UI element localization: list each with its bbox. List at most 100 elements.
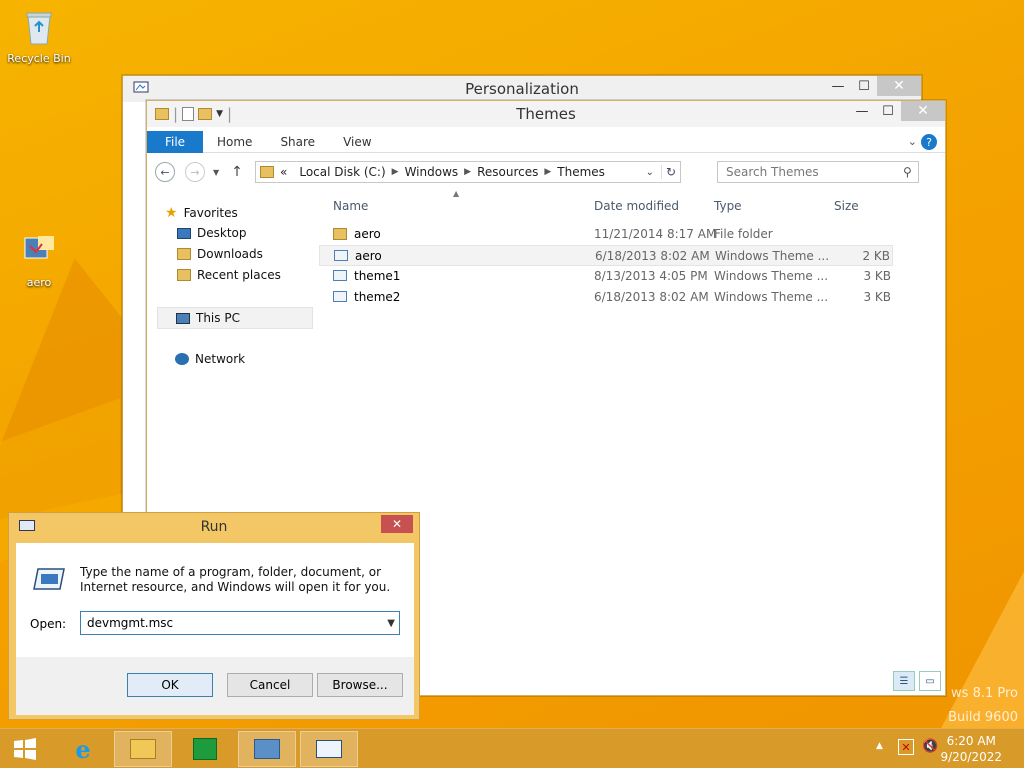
run-dialog-footer: OK Cancel Browse...	[16, 657, 414, 715]
store-icon	[193, 738, 217, 760]
search-icon: ⚲	[903, 165, 912, 179]
breadcrumb-resources[interactable]: Resources	[471, 165, 544, 179]
theme-file-icon	[333, 270, 347, 281]
expand-ribbon-icon[interactable]: ⌄	[908, 135, 917, 148]
breadcrumb-local-disk[interactable]: Local Disk (C:)	[293, 165, 391, 179]
open-input[interactable]: devmgmt.msc	[87, 616, 173, 630]
browse-button[interactable]: Browse...	[317, 673, 403, 697]
maximize-button[interactable]: ☐	[851, 76, 877, 96]
breadcrumb-overflow[interactable]: «	[274, 165, 293, 179]
taskbar: e ▲ ✕ 🔇 6:20 AM 9/20/2022	[0, 728, 1024, 768]
run-dialog: Run ✕ Type the name of a program, folder…	[8, 512, 420, 720]
close-button[interactable]: ✕	[381, 515, 413, 533]
chevron-down-icon[interactable]: ▼	[216, 109, 223, 119]
large-icons-view-icon[interactable]: ▭	[919, 671, 941, 691]
desktop-icon-recycle-bin[interactable]: Recycle Bin	[4, 8, 74, 65]
internet-explorer-button[interactable]: e	[54, 731, 112, 767]
up-button[interactable]: ↑	[231, 164, 243, 180]
file-explorer-button[interactable]	[114, 731, 172, 767]
tab-file[interactable]: File	[147, 130, 203, 153]
column-header-name[interactable]: Name	[333, 199, 368, 213]
nav-favorites[interactable]: ★ Favorites	[165, 205, 238, 221]
tab-share[interactable]: Share	[266, 131, 329, 153]
file-explorer-icon	[130, 739, 156, 759]
recent-locations-chevron-icon[interactable]: ▼	[213, 168, 219, 177]
help-icon[interactable]: ?	[921, 134, 937, 150]
table-row[interactable]: aero 6/18/2013 8:02 AM Windows Theme ...…	[319, 245, 893, 266]
refresh-icon[interactable]: ↻	[660, 165, 676, 179]
sort-indicator-icon: ▲	[453, 189, 460, 198]
new-folder-icon[interactable]	[198, 108, 213, 120]
downloads-icon	[177, 248, 191, 260]
cancel-button[interactable]: Cancel	[227, 673, 313, 697]
nav-desktop[interactable]: Desktop	[177, 226, 247, 240]
breadcrumb-themes[interactable]: Themes	[551, 165, 611, 179]
minimize-button[interactable]: —	[825, 76, 851, 96]
computer-icon	[176, 312, 190, 324]
breadcrumb-windows[interactable]: Windows	[399, 165, 465, 179]
details-view-icon[interactable]: ☰	[893, 671, 915, 691]
store-button[interactable]	[176, 731, 234, 767]
close-button[interactable]: ✕	[901, 101, 945, 121]
desktop-icon-aero[interactable]: aero	[4, 232, 74, 289]
search-input[interactable]: Search Themes	[717, 161, 919, 183]
personalization-icon	[133, 81, 149, 93]
tab-view[interactable]: View	[329, 131, 385, 153]
chevron-down-icon[interactable]: ▼	[387, 618, 395, 629]
navigation-bar: ← → ▼ ↑ « Local Disk (C:) ▶ Windows ▶ Re…	[147, 157, 945, 187]
folder-icon[interactable]	[155, 108, 169, 120]
windows-logo-icon	[14, 738, 36, 760]
column-header-date-modified[interactable]: Date modified	[594, 199, 679, 213]
show-hidden-icons-icon[interactable]: ▲	[876, 741, 883, 751]
forward-button[interactable]: →	[185, 162, 205, 182]
run-program-icon	[316, 740, 342, 758]
clock-date: 9/20/2022	[940, 750, 1002, 764]
folder-icon	[260, 166, 274, 178]
run-taskbar-button[interactable]	[300, 731, 358, 767]
open-label: Open:	[30, 617, 67, 631]
folder-icon	[333, 228, 347, 240]
desktop: Recycle Bin aero ws 8.1 Pro Build 9600 P…	[0, 0, 1024, 728]
desktop-icon-label: aero	[26, 276, 52, 289]
address-bar[interactable]: « Local Disk (C:) ▶ Windows ▶ Resources …	[255, 161, 681, 183]
breadcrumb-separator-icon[interactable]: ▶	[392, 167, 399, 177]
nav-this-pc[interactable]: This PC	[157, 307, 313, 329]
table-row[interactable]: theme1 8/13/2013 4:05 PM Windows Theme .…	[319, 266, 893, 287]
control-panel-button[interactable]	[238, 731, 296, 767]
theme-file-icon	[333, 291, 347, 302]
maximize-button[interactable]: ☐	[875, 101, 901, 121]
quick-access-toolbar: | ▼ |	[155, 105, 232, 123]
star-icon: ★	[165, 205, 178, 221]
clock-time: 6:20 AM	[946, 734, 996, 748]
column-header-type[interactable]: Type	[714, 199, 742, 213]
run-title-icon	[19, 520, 35, 531]
window-title: Themes	[516, 105, 576, 123]
properties-icon[interactable]	[182, 107, 195, 121]
os-watermark: ws 8.1 Pro	[951, 686, 1018, 701]
column-header-size[interactable]: Size	[834, 199, 859, 213]
nav-recent-places[interactable]: Recent places	[177, 268, 281, 282]
breadcrumb-separator-icon[interactable]: ▶	[544, 167, 551, 177]
table-row[interactable]: aero 11/21/2014 8:17 AM File folder	[319, 224, 893, 245]
system-clock[interactable]: 6:20 AM 9/20/2022	[940, 733, 1002, 765]
volume-muted-icon[interactable]: 🔇	[922, 739, 938, 754]
open-combobox[interactable]: devmgmt.msc ▼	[80, 611, 400, 635]
network-status-icon[interactable]: ✕	[898, 739, 914, 755]
address-dropdown-icon[interactable]: ⌄	[646, 167, 654, 178]
start-button[interactable]	[0, 731, 50, 767]
build-watermark: Build 9600	[948, 710, 1018, 725]
tab-home[interactable]: Home	[203, 131, 266, 153]
nav-downloads[interactable]: Downloads	[177, 247, 263, 261]
ok-button[interactable]: OK	[127, 673, 213, 697]
nav-network[interactable]: Network	[175, 352, 245, 366]
back-button[interactable]: ←	[155, 162, 175, 182]
internet-explorer-icon: e	[75, 734, 91, 764]
network-icon	[175, 353, 189, 365]
dialog-title: Run	[200, 519, 228, 535]
breadcrumb-separator-icon[interactable]: ▶	[464, 167, 471, 177]
close-button[interactable]: ✕	[877, 76, 921, 96]
recent-places-icon	[177, 269, 191, 281]
minimize-button[interactable]: —	[849, 101, 875, 121]
theme-file-icon	[334, 250, 348, 261]
table-row[interactable]: theme2 6/18/2013 8:02 AM Windows Theme .…	[319, 287, 893, 308]
